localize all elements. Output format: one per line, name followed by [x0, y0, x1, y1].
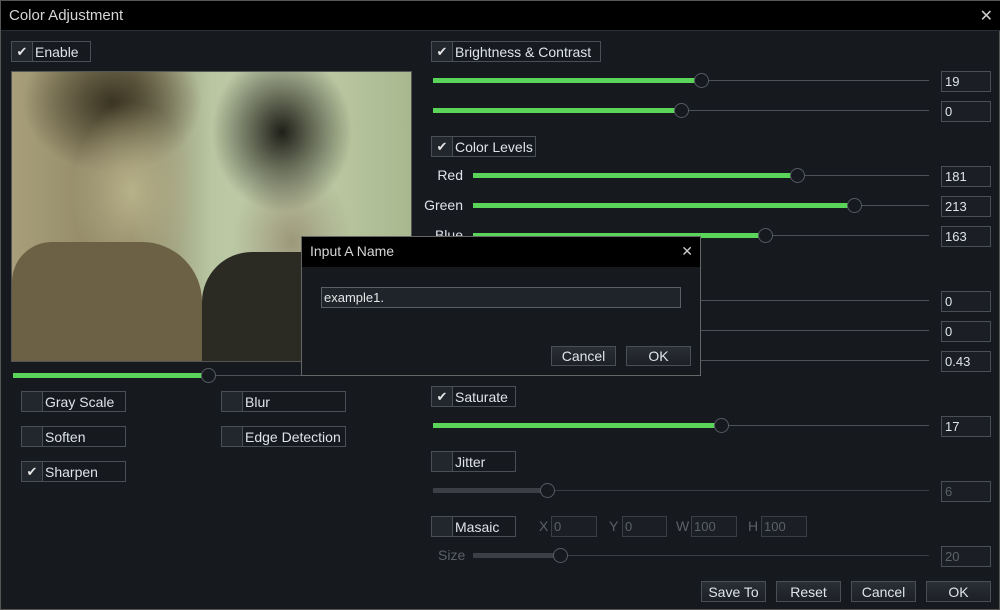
slider-thumb[interactable] — [693, 73, 709, 88]
y-input[interactable]: 0 — [622, 516, 667, 537]
dialog-ok-button[interactable]: OK — [626, 346, 691, 366]
hidden-value-3[interactable]: 0.43 — [941, 351, 991, 372]
color-adjustment-window: Color Adjustment ✕ ✔ Enable Gray Scale Bl… — [0, 0, 1000, 610]
x-input[interactable]: 0 — [551, 516, 597, 537]
enable-label: Enable — [35, 43, 79, 60]
slider-fill — [433, 488, 548, 493]
ok-button[interactable]: OK — [926, 581, 991, 602]
window-title: Color Adjustment — [9, 7, 124, 24]
slider-thumb[interactable] — [789, 168, 805, 183]
edge-detection-checkbox[interactable]: Edge Detection — [221, 426, 346, 447]
sharpen-checkbox[interactable]: ✔ Sharpen — [21, 461, 126, 482]
red-slider[interactable] — [473, 168, 929, 183]
jitter-value[interactable]: 6 — [941, 481, 991, 502]
color-levels-label: Color Levels — [455, 138, 533, 155]
masaic-checkbox[interactable]: Masaic — [431, 516, 516, 537]
h-input[interactable]: 100 — [761, 516, 807, 537]
brightness-value[interactable]: 19 — [941, 71, 991, 92]
check-icon: ✔ — [22, 462, 43, 481]
gray-scale-checkbox[interactable]: Gray Scale — [21, 391, 126, 412]
slider-thumb[interactable] — [201, 368, 217, 383]
enable-checkbox[interactable]: ✔ Enable — [11, 41, 91, 62]
red-value[interactable]: 181 — [941, 166, 991, 187]
slider-thumb[interactable] — [757, 228, 773, 243]
size-value[interactable]: 20 — [941, 546, 991, 567]
slider-fill — [473, 203, 854, 208]
reset-button[interactable]: Reset — [776, 581, 841, 602]
slider-thumb[interactable] — [540, 483, 556, 498]
contrast-slider[interactable] — [433, 103, 929, 118]
gray-scale-label: Gray Scale — [45, 393, 115, 410]
slider-fill — [473, 173, 797, 178]
slider-fill — [13, 373, 209, 378]
jitter-slider[interactable] — [433, 483, 929, 498]
hidden-value-2[interactable]: 0 — [941, 321, 991, 342]
brightness-contrast-label: Brightness & Contrast — [455, 43, 592, 60]
blur-checkbox[interactable]: Blur — [221, 391, 346, 412]
slider-thumb[interactable] — [846, 198, 862, 213]
size-slider[interactable] — [473, 548, 929, 563]
slider-fill — [433, 78, 701, 83]
jitter-checkbox[interactable]: Jitter — [431, 451, 516, 472]
masaic-label: Masaic — [455, 518, 500, 535]
save-to-button[interactable]: Save To — [701, 581, 766, 602]
saturate-checkbox[interactable]: ✔ Saturate — [431, 386, 516, 407]
slider-thumb[interactable] — [674, 103, 689, 118]
slider-fill — [473, 553, 560, 558]
title-bar: Color Adjustment ✕ — [1, 1, 1000, 31]
check-icon: ✔ — [432, 137, 453, 156]
contrast-value[interactable]: 0 — [941, 101, 991, 122]
sharpen-label: Sharpen — [45, 463, 98, 480]
dialog-title-bar: Input A Name ✕ — [302, 237, 700, 267]
green-label: Green — [424, 197, 463, 213]
jitter-label: Jitter — [455, 453, 486, 470]
w-label: W — [676, 518, 690, 534]
dialog-cancel-button[interactable]: Cancel — [551, 346, 616, 366]
h-label: H — [748, 518, 759, 534]
input-name-dialog: Input A Name ✕ Cancel OK — [301, 236, 701, 376]
dialog-title: Input A Name — [310, 243, 395, 259]
x-label: X — [539, 518, 549, 534]
check-icon: ✔ — [432, 42, 453, 61]
edge-detection-label: Edge Detection — [245, 428, 341, 445]
size-label: Size — [438, 547, 466, 563]
soften-label: Soften — [45, 428, 86, 445]
check-icon: ✔ — [432, 387, 453, 406]
blue-value[interactable]: 163 — [941, 226, 991, 247]
cancel-button[interactable]: Cancel — [851, 581, 916, 602]
slider-fill — [433, 108, 681, 113]
slider-fill — [433, 423, 721, 428]
hidden-value-1[interactable]: 0 — [941, 291, 991, 312]
saturate-slider[interactable] — [433, 418, 929, 433]
name-input[interactable] — [321, 287, 681, 308]
soften-checkbox[interactable]: Soften — [21, 426, 126, 447]
slider-thumb[interactable] — [713, 418, 729, 433]
color-levels-checkbox[interactable]: ✔ Color Levels — [431, 136, 536, 157]
red-label: Red — [437, 167, 463, 183]
check-icon: ✔ — [12, 42, 33, 61]
brightness-slider[interactable] — [433, 73, 929, 88]
blur-label: Blur — [245, 393, 270, 410]
dialog-close-icon[interactable]: ✕ — [681, 243, 693, 260]
close-icon[interactable]: ✕ — [980, 6, 993, 26]
saturate-label: Saturate — [455, 388, 508, 405]
y-label: Y — [609, 518, 619, 534]
saturate-value[interactable]: 17 — [941, 416, 991, 437]
brightness-contrast-checkbox[interactable]: ✔ Brightness & Contrast — [431, 41, 601, 62]
slider-thumb[interactable] — [552, 548, 568, 563]
green-value[interactable]: 213 — [941, 196, 991, 217]
green-slider[interactable] — [473, 198, 929, 213]
w-input[interactable]: 100 — [691, 516, 737, 537]
